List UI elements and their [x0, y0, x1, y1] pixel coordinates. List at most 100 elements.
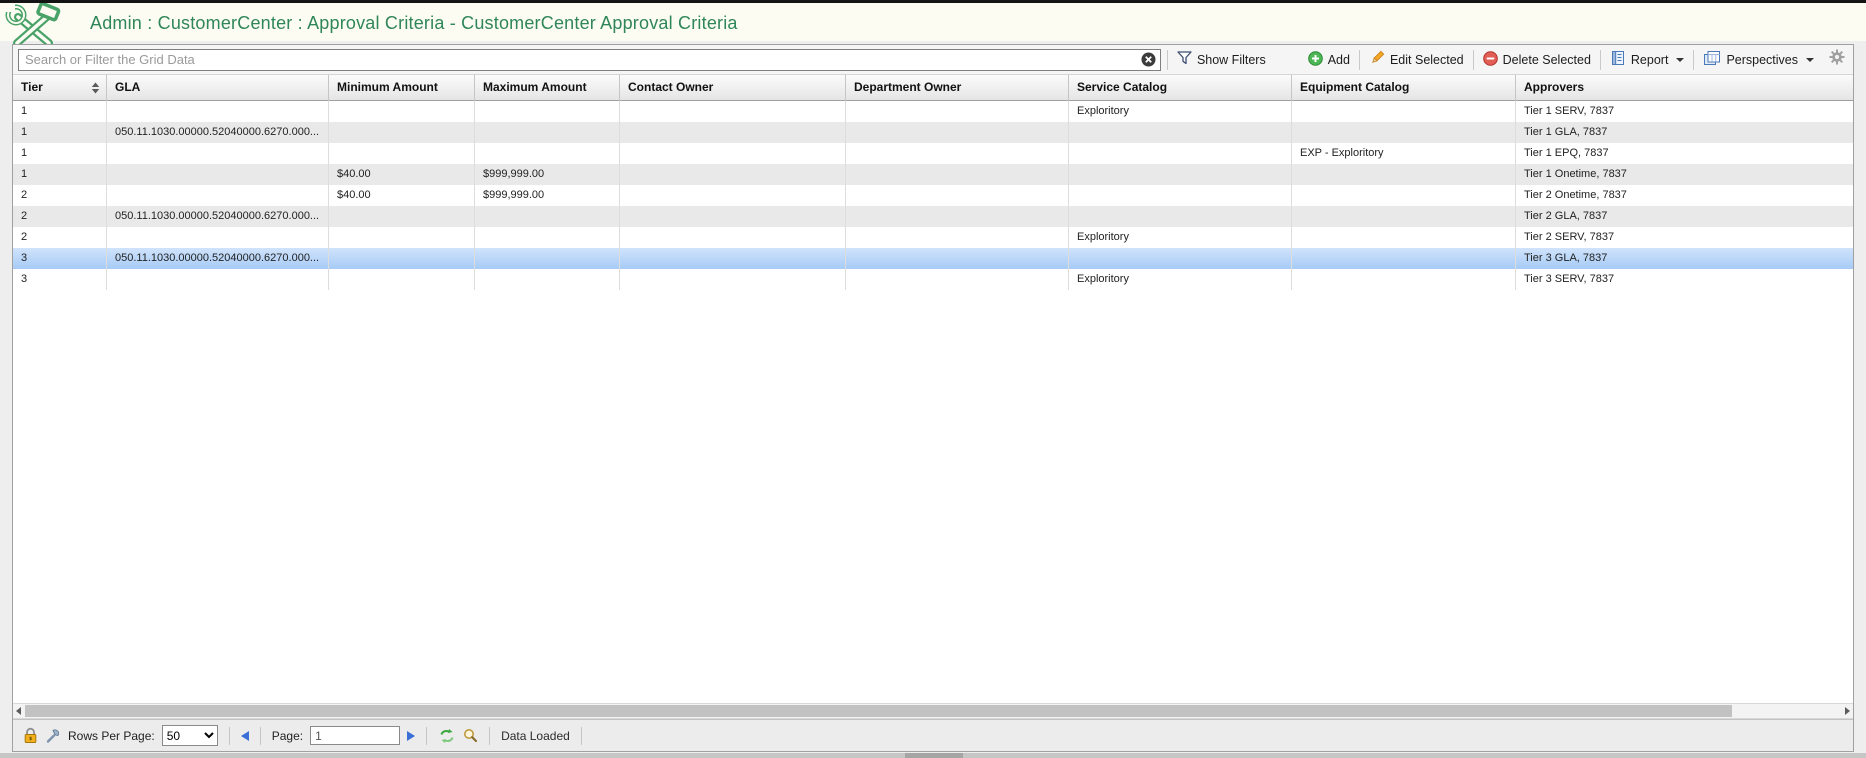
table-row[interactable]: 3050.11.1030.00000.52040000.6270.000...T…: [13, 248, 1853, 269]
perspectives-button[interactable]: Perspectives: [1700, 48, 1817, 71]
grid-cell: [107, 227, 329, 248]
pager-footer: Rows Per Page: 50 Page: Data Loaded: [13, 719, 1853, 751]
grid-cell: [475, 248, 620, 269]
grid-cell: $40.00: [329, 164, 475, 185]
column-header-contact-owner[interactable]: Contact Owner: [620, 75, 846, 101]
horizontal-scrollbar[interactable]: [13, 703, 1853, 719]
grid-cell: [107, 143, 329, 164]
grid-cell: Tier 3 SERV, 7837: [1516, 269, 1853, 290]
page-input[interactable]: [310, 726, 400, 745]
magnifier-icon[interactable]: [463, 728, 478, 743]
grid-cell: [1069, 122, 1292, 143]
show-filters-button[interactable]: Show Filters: [1174, 49, 1269, 70]
scroll-right-arrow-icon[interactable]: [1845, 707, 1850, 715]
table-row[interactable]: 1$40.00$999,999.00Tier 1 Onetime, 7837: [13, 164, 1853, 185]
window-horizontal-scrollbar[interactable]: [0, 753, 1866, 758]
grid-cell: Tier 2 SERV, 7837: [1516, 227, 1853, 248]
column-header-label: Maximum Amount: [483, 80, 587, 94]
grid-cell: [1069, 206, 1292, 227]
grid-cell: [846, 185, 1069, 206]
table-row[interactable]: 1050.11.1030.00000.52040000.6270.000...T…: [13, 122, 1853, 143]
filter-funnel-icon: [1177, 51, 1192, 68]
refresh-icon[interactable]: [438, 728, 456, 744]
grid-cell: [620, 101, 846, 122]
table-row[interactable]: 1EXP - ExploritoryTier 1 EPQ, 7837: [13, 143, 1853, 164]
column-header-label: Approvers: [1524, 80, 1584, 94]
grid-cell: [620, 206, 846, 227]
delete-selected-button[interactable]: Delete Selected: [1480, 49, 1594, 71]
grid-cell: Tier 1 EPQ, 7837: [1516, 143, 1853, 164]
grid-cell: [475, 122, 620, 143]
column-header-gla[interactable]: GLA: [107, 75, 329, 101]
grid-cell: [475, 206, 620, 227]
previous-page-button[interactable]: [241, 731, 249, 741]
rows-per-page-select[interactable]: 50: [162, 725, 218, 746]
grid-cell: Tier 1 SERV, 7837: [1516, 101, 1853, 122]
grid-cell: [1069, 185, 1292, 206]
search-input[interactable]: [18, 49, 1161, 71]
lock-icon[interactable]: [23, 727, 38, 744]
column-header-department-owner[interactable]: Department Owner: [846, 75, 1069, 101]
delete-selected-label: Delete Selected: [1503, 53, 1591, 67]
column-header-label: Tier: [21, 80, 43, 94]
perspectives-caret-icon: [1806, 58, 1814, 62]
column-header-label: Contact Owner: [628, 80, 713, 94]
table-row[interactable]: 3ExploritoryTier 3 SERV, 7837: [13, 269, 1853, 290]
column-header-maximum-amount[interactable]: Maximum Amount: [475, 75, 620, 101]
grid-cell: [1292, 185, 1516, 206]
edit-selected-button[interactable]: Edit Selected: [1366, 48, 1467, 71]
show-filters-label: Show Filters: [1197, 53, 1266, 67]
report-icon: [1610, 50, 1626, 69]
grid-cell: 2: [13, 206, 107, 227]
grid-cell: [475, 227, 620, 248]
scrollbar-track[interactable]: [25, 705, 1841, 717]
grid-cell: Exploritory: [1069, 101, 1292, 122]
page-title: Admin : CustomerCenter : Approval Criter…: [90, 13, 738, 34]
scroll-left-arrow-icon[interactable]: [16, 707, 21, 715]
column-header-equipment-catalog[interactable]: Equipment Catalog: [1292, 75, 1516, 101]
sort-icon[interactable]: [91, 82, 100, 94]
grid-cell: 1: [13, 122, 107, 143]
window-scrollbar-thumb[interactable]: [905, 753, 963, 758]
title-bar: Admin : CustomerCenter : Approval Criter…: [0, 0, 1866, 41]
report-button[interactable]: Report: [1607, 48, 1688, 71]
delete-minus-icon: [1483, 51, 1498, 69]
grid-cell: [329, 143, 475, 164]
grid-cell: [1292, 269, 1516, 290]
column-header-approvers[interactable]: Approvers: [1516, 75, 1853, 101]
column-header-label: GLA: [115, 80, 140, 94]
clear-search-icon[interactable]: [1141, 52, 1156, 72]
table-row[interactable]: 1 Exploritory Tier 1 SERV, 7837: [13, 101, 1853, 122]
grid-cell: [1069, 164, 1292, 185]
grid-cell: [107, 101, 329, 122]
column-header-tier[interactable]: Tier: [13, 75, 107, 101]
grid-cell: Tier 2 GLA, 7837: [1516, 206, 1853, 227]
perspectives-label: Perspectives: [1726, 53, 1798, 67]
grid-cell: Tier 1 Onetime, 7837: [1516, 164, 1853, 185]
toolbar-separator: [1600, 50, 1601, 70]
toolbar-separator: [1473, 50, 1474, 70]
scrollbar-thumb[interactable]: [25, 705, 1732, 717]
column-header-label: Department Owner: [854, 80, 961, 94]
table-row[interactable]: 2$40.00$999,999.00Tier 2 Onetime, 7837: [13, 185, 1853, 206]
column-header-service-catalog[interactable]: Service Catalog: [1069, 75, 1292, 101]
add-button[interactable]: Add: [1305, 49, 1353, 71]
table-row[interactable]: 2ExploritoryTier 2 SERV, 7837: [13, 227, 1853, 248]
grid-cell: [620, 164, 846, 185]
grid-cell: [846, 143, 1069, 164]
grid-cell: $999,999.00: [475, 185, 620, 206]
grid-cell: [1292, 122, 1516, 143]
grid-cell: 1: [13, 101, 107, 122]
grid-cell: Tier 3 GLA, 7837: [1516, 248, 1853, 269]
grid-cell: Tier 2 Onetime, 7837: [1516, 185, 1853, 206]
next-page-button[interactable]: [407, 731, 415, 741]
column-header-minimum-amount[interactable]: Minimum Amount: [329, 75, 475, 101]
wrench-icon[interactable]: [45, 728, 61, 744]
table-row[interactable]: 2050.11.1030.00000.52040000.6270.000...T…: [13, 206, 1853, 227]
toolbar-separator: [1359, 50, 1360, 70]
grid-cell: [846, 269, 1069, 290]
settings-gear-icon[interactable]: [1829, 49, 1845, 70]
grid-cell: [620, 185, 846, 206]
grid-cell: [620, 143, 846, 164]
grid-cell: [846, 248, 1069, 269]
